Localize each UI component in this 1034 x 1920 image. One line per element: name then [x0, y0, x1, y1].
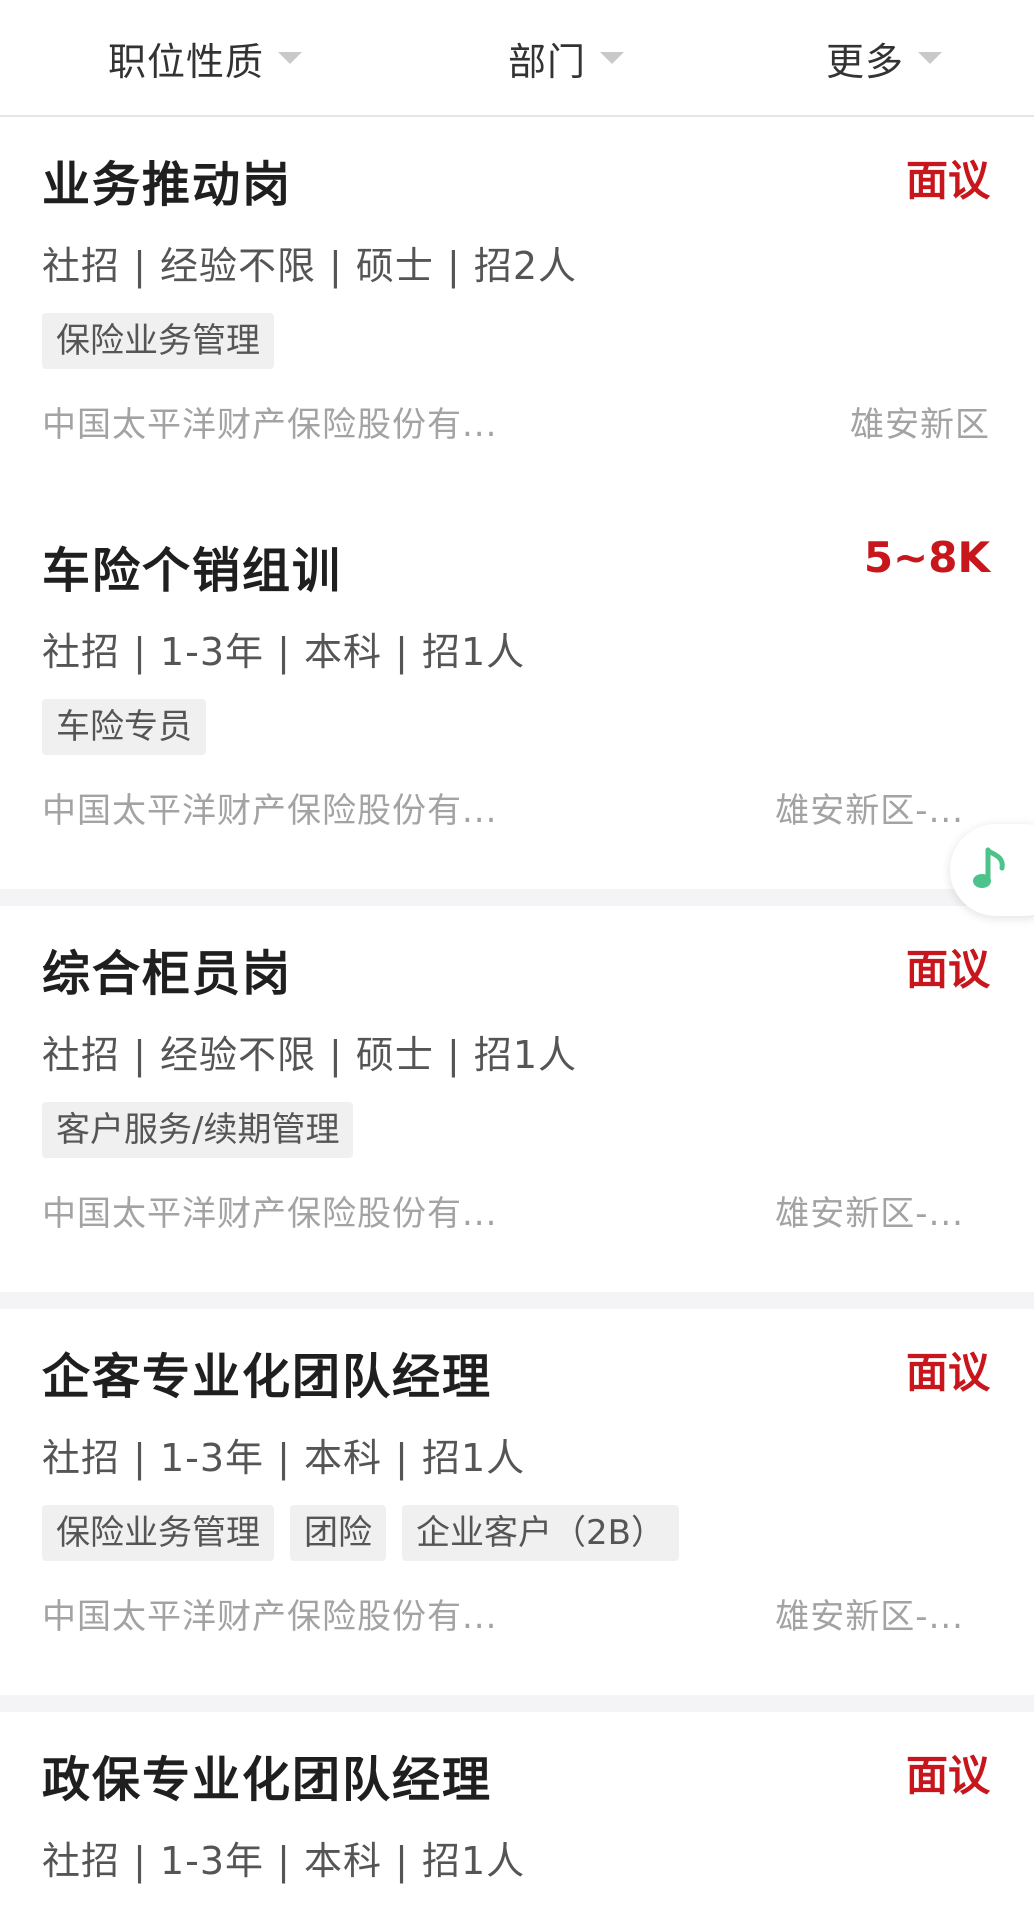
filter-more[interactable]: 更多 — [826, 28, 943, 88]
job-meta: 社招 | 经验不限 | 硕士 | 招2人 — [42, 244, 578, 288]
job-tag: 车险专员 — [42, 699, 206, 755]
chevron-down-icon — [918, 52, 943, 64]
job-meta: 社招 | 1-3年 | 本科 | 招1人 — [42, 1839, 526, 1883]
job-card[interactable]: 综合柜员岗 面议 社招 | 经验不限 | 硕士 | 招1人 客户服务/续期管理 … — [0, 906, 1034, 1292]
job-meta: 社招 | 1-3年 | 本科 | 招1人 — [42, 630, 526, 674]
job-company: 中国太平洋财产保险股份有... — [42, 791, 498, 831]
job-tag: 保险业务管理 — [42, 313, 274, 369]
job-card[interactable]: 车险个销组训 5~8K 社招 | 1-3年 | 本科 | 招1人 车险专员 中国… — [0, 503, 1034, 889]
filter-job-type[interactable]: 职位性质 — [108, 28, 303, 88]
job-tags: 保险业务管理 — [42, 313, 274, 369]
job-tags: 保险业务管理 团险 企业客户（2B） — [42, 1505, 679, 1561]
job-salary: 5~8K — [863, 533, 990, 582]
job-location: 雄安新区-... — [775, 1194, 964, 1234]
job-company: 中国太平洋财产保险股份有... — [42, 1194, 498, 1234]
job-company: 中国太平洋财产保险股份有... — [42, 405, 498, 445]
filter-job-type-label: 职位性质 — [108, 39, 265, 84]
job-tags: 客户服务/续期管理 — [42, 1102, 354, 1158]
filter-department-label: 部门 — [508, 39, 587, 84]
job-card[interactable]: 政保专业化团队经理 面议 社招 | 1-3年 | 本科 | 招1人 — [0, 1712, 1034, 1920]
job-title: 政保专业化团队经理 — [42, 1752, 493, 1808]
job-tag: 企业客户（2B） — [402, 1505, 679, 1561]
filter-department[interactable]: 部门 — [508, 28, 625, 88]
job-tag: 保险业务管理 — [42, 1505, 274, 1561]
job-salary: 面议 — [905, 945, 990, 994]
job-title: 综合柜员岗 — [42, 946, 293, 1002]
job-meta: 社招 | 经验不限 | 硕士 | 招1人 — [42, 1033, 578, 1077]
job-location: 雄安新区 — [850, 405, 990, 445]
chevron-down-icon — [600, 52, 625, 64]
job-location: 雄安新区-... — [775, 1597, 964, 1637]
filter-bar: 职位性质 部门 更多 — [0, 0, 1034, 117]
job-card[interactable]: 企客专业化团队经理 面议 社招 | 1-3年 | 本科 | 招1人 保险业务管理… — [0, 1309, 1034, 1695]
job-salary: 面议 — [905, 1751, 990, 1800]
job-salary: 面议 — [905, 156, 990, 205]
music-float-button[interactable] — [950, 824, 1034, 916]
job-location: 雄安新区-... — [775, 791, 964, 831]
filter-more-label: 更多 — [826, 39, 905, 84]
job-tag: 客户服务/续期管理 — [42, 1102, 354, 1158]
job-meta: 社招 | 1-3年 | 本科 | 招1人 — [42, 1436, 526, 1480]
chevron-down-icon — [278, 52, 303, 64]
job-title: 车险个销组训 — [42, 543, 343, 599]
job-title: 业务推动岗 — [42, 157, 293, 213]
job-salary: 面议 — [905, 1348, 990, 1397]
job-card[interactable]: 业务推动岗 面议 社招 | 经验不限 | 硕士 | 招2人 保险业务管理 中国太… — [0, 117, 1034, 503]
job-title: 企客专业化团队经理 — [42, 1349, 493, 1405]
music-note-icon — [973, 847, 1005, 888]
job-tag: 团险 — [290, 1505, 386, 1561]
job-company: 中国太平洋财产保险股份有... — [42, 1597, 498, 1637]
job-tags: 车险专员 — [42, 699, 206, 755]
